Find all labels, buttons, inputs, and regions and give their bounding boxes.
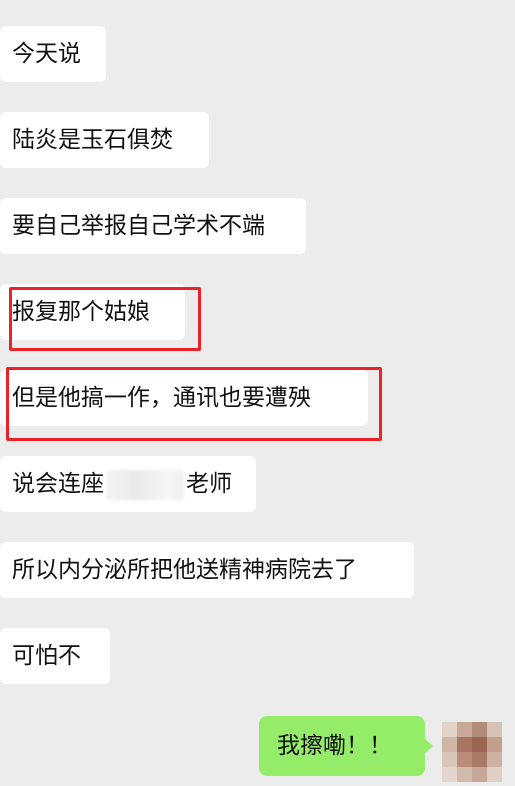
message-bubble[interactable]: 可怕不	[0, 628, 110, 684]
message-bubble[interactable]: 要自己举报自己学术不端	[0, 198, 306, 254]
highlight-box	[6, 367, 382, 441]
outgoing-message-bubble[interactable]: 我擦嘞！！	[259, 716, 433, 776]
message-text: 可怕不	[12, 643, 81, 669]
message-text: 要自己举报自己学术不端	[12, 213, 265, 239]
message-text: 今天说	[12, 41, 81, 67]
highlight-box	[9, 287, 201, 351]
message-bubble[interactable]: 今天说	[0, 26, 106, 82]
message-text: 说会连座	[12, 471, 104, 497]
avatar[interactable]	[442, 722, 502, 782]
redacted-name-blur	[106, 469, 184, 500]
message-bubble[interactable]: 陆炎是玉石俱焚	[0, 112, 209, 168]
message-text: 我擦嘞！！	[277, 733, 392, 759]
message-text: 老师	[186, 471, 232, 497]
message-text: 所以内分泌所把他送精神病院去了	[12, 557, 357, 583]
message-bubble[interactable]: 说会连座 老师	[0, 456, 256, 512]
message-text: 陆炎是玉石俱焚	[12, 127, 173, 153]
message-bubble[interactable]: 所以内分泌所把他送精神病院去了	[0, 542, 414, 598]
